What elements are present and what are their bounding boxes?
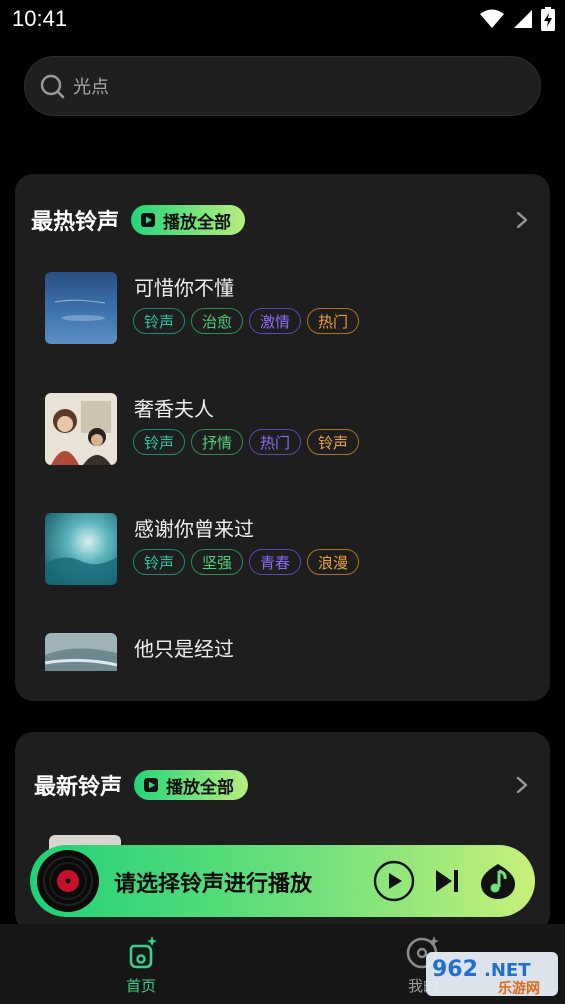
tag: 铃声 <box>307 429 359 455</box>
svg-text:962: 962 <box>432 957 478 982</box>
next-button[interactable] <box>432 866 462 896</box>
search-bar[interactable]: 光点 <box>24 56 541 116</box>
song-cover <box>45 393 117 465</box>
chevron-right-icon[interactable] <box>514 210 530 230</box>
song-item[interactable]: 奢香夫人 铃声 抒情 热门 铃声 <box>45 393 525 465</box>
song-item[interactable]: 他只是经过 <box>45 633 525 671</box>
new-section-header: 最新铃声 播放全部 <box>15 765 550 805</box>
svg-text:乐游网: 乐游网 <box>498 980 540 997</box>
tab-home-label: 首页 <box>125 977 156 995</box>
tag-list: 铃声 抒情 热门 铃声 <box>133 429 359 455</box>
wifi-icon <box>480 9 504 28</box>
chevron-right-icon[interactable] <box>514 775 530 795</box>
tag: 抒情 <box>191 429 243 455</box>
tag: 治愈 <box>191 308 243 334</box>
player-prompt: 请选择铃声进行播放 <box>114 872 313 897</box>
song-cover <box>45 272 117 344</box>
play-button[interactable] <box>373 860 415 902</box>
tag: 铃声 <box>133 308 185 334</box>
vinyl-disc-icon <box>37 850 99 912</box>
svg-text:.NET: .NET <box>484 960 531 981</box>
tag: 铃声 <box>133 549 185 575</box>
new-play-all-label: 播放全部 <box>166 777 235 798</box>
search-input[interactable]: 光点 <box>73 73 109 99</box>
tag: 热门 <box>249 429 301 455</box>
song-item[interactable]: 感谢你曾来过 铃声 坚强 青春 浪漫 <box>45 513 525 585</box>
song-title: 可惜你不懂 <box>134 276 234 300</box>
play-icon <box>141 213 156 227</box>
hot-play-all-label: 播放全部 <box>163 212 232 233</box>
tag: 激情 <box>249 308 301 334</box>
tag: 浪漫 <box>307 549 359 575</box>
hot-section-title: 最热铃声 <box>31 210 120 235</box>
song-item[interactable]: 可惜你不懂 铃声 治愈 激情 热门 <box>45 272 525 344</box>
song-title: 奢香夫人 <box>134 397 214 421</box>
status-bar: 10:41 <box>0 0 565 40</box>
hot-section-header: 最热铃声 播放全部 <box>15 200 550 240</box>
new-play-all-button[interactable]: 播放全部 <box>134 770 249 800</box>
music-note-icon[interactable] <box>479 862 517 900</box>
new-section-title: 最新铃声 <box>34 775 123 800</box>
song-title: 他只是经过 <box>134 637 234 661</box>
status-icons <box>479 7 555 31</box>
home-sparkle-icon <box>129 936 157 969</box>
tab-home[interactable]: 首页 <box>91 934 191 996</box>
tag-list: 铃声 治愈 激情 热门 <box>133 308 359 334</box>
watermark-logo: 962 .NET 乐游网 <box>426 952 558 997</box>
search-icon <box>40 74 65 99</box>
status-time: 10:41 <box>12 6 68 31</box>
song-title: 感谢你曾来过 <box>134 517 254 541</box>
mini-player[interactable]: 请选择铃声进行播放 <box>30 845 535 917</box>
hot-song-list: 可惜你不懂 铃声 治愈 激情 热门 奢香夫人 铃声 抒情 热门 铃声 感谢你曾来… <box>15 269 550 671</box>
tag: 青春 <box>249 549 301 575</box>
hot-play-all-button[interactable]: 播放全部 <box>131 205 246 235</box>
hot-ringtones-card: 最热铃声 播放全部 可惜你不懂 铃声 治愈 激情 热门 奢香夫人 铃声 抒情 热… <box>15 174 550 701</box>
tag: 热门 <box>307 308 359 334</box>
tag-list: 铃声 坚强 青春 浪漫 <box>133 549 359 575</box>
tag: 铃声 <box>133 429 185 455</box>
tag: 坚强 <box>191 549 243 575</box>
signal-icon <box>514 10 532 28</box>
battery-icon <box>541 7 555 31</box>
song-cover <box>45 513 117 585</box>
play-icon <box>144 778 159 792</box>
song-cover <box>45 633 117 671</box>
